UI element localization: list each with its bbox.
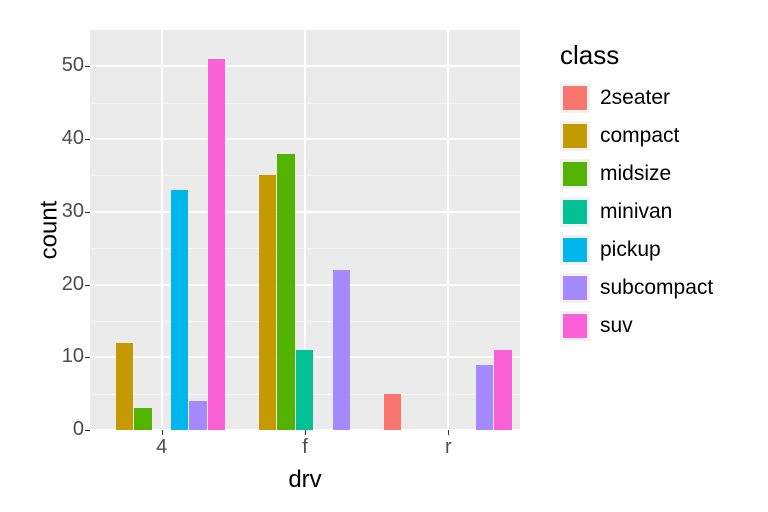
legend-item-minivan: minivan	[560, 197, 713, 227]
x-tick-f: f	[302, 436, 308, 459]
bar-f-compact	[259, 175, 277, 430]
x-axis-title: drv	[288, 466, 321, 494]
legend-item-midsize: midsize	[560, 159, 713, 189]
bar-f-midsize	[277, 154, 295, 430]
x-tick-4: 4	[156, 436, 167, 459]
bar-4-compact	[116, 343, 134, 430]
legend-item-subcompact: subcompact	[560, 273, 713, 303]
bar-r-subcompact	[476, 365, 494, 430]
y-axis-title: count	[35, 201, 63, 260]
legend-swatch	[560, 121, 590, 151]
legend-label: suv	[600, 314, 633, 338]
legend-swatch	[560, 83, 590, 113]
legend-title: class	[560, 40, 713, 71]
legend-label: minivan	[600, 200, 672, 224]
legend-swatch	[560, 197, 590, 227]
legend-swatch	[560, 159, 590, 189]
bar-4-suv	[208, 59, 226, 430]
legend-label: pickup	[600, 238, 661, 262]
bar-4-subcompact	[189, 401, 207, 430]
y-tick-0: 0	[44, 418, 84, 441]
bar-r-suv	[494, 350, 512, 430]
legend-item-compact: compact	[560, 121, 713, 151]
legend-swatch	[560, 273, 590, 303]
chart-container: 01020304050 4fr count drv class 2seaterc…	[0, 0, 768, 512]
legend-label: compact	[600, 124, 679, 148]
y-tick-10: 10	[44, 345, 84, 368]
legend-label: midsize	[600, 162, 671, 186]
bar-4-pickup	[171, 190, 189, 430]
y-tick-20: 20	[44, 273, 84, 296]
legend-item-2seater: 2seater	[560, 83, 713, 113]
bar-4-midsize	[134, 408, 152, 430]
legend-item-pickup: pickup	[560, 235, 713, 265]
legend-label: subcompact	[600, 276, 713, 300]
legend: class 2seater compact midsize minivan pickup…	[560, 40, 713, 349]
plot-area	[90, 30, 520, 430]
bar-f-subcompact	[333, 270, 351, 430]
legend-label: 2seater	[600, 86, 670, 110]
legend-swatch	[560, 235, 590, 265]
y-tick-50: 50	[44, 54, 84, 77]
x-tick-r: r	[445, 436, 452, 459]
legend-swatch	[560, 311, 590, 341]
y-tick-40: 40	[44, 127, 84, 150]
legend-item-suv: suv	[560, 311, 713, 341]
bar-f-minivan	[296, 350, 314, 430]
bar-r-2seater	[384, 394, 402, 430]
